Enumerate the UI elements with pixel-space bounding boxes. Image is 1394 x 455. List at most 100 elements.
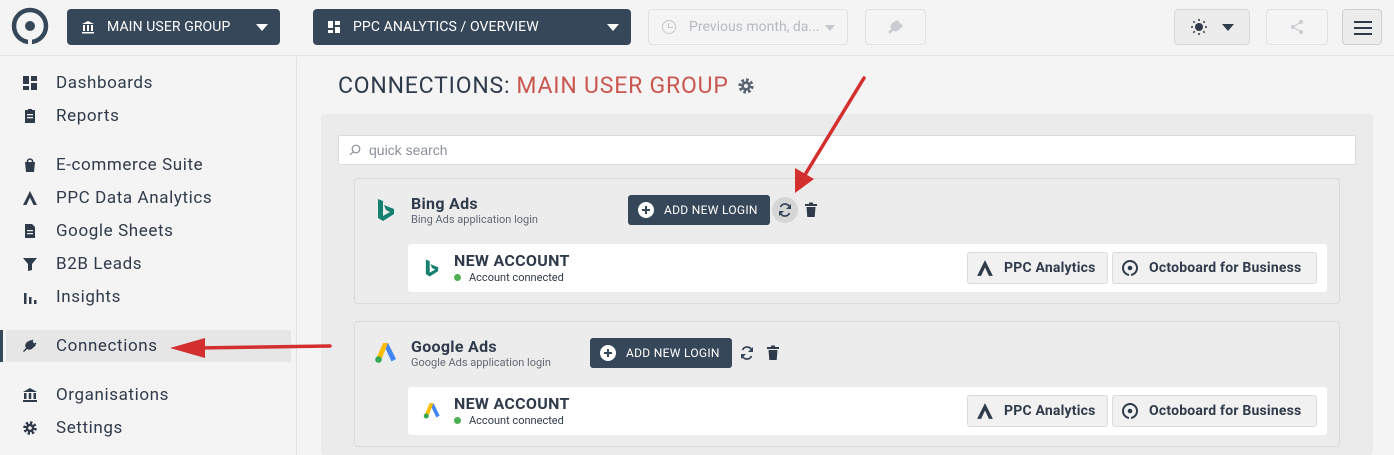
account-row[interactable]: NEW ACCOUNT Account connected PPC Analyt… [408, 244, 1327, 292]
octoboard-logo-icon [1122, 260, 1138, 277]
bing-logo-icon [425, 259, 439, 277]
tag-label: Octoboard for Business [1149, 260, 1302, 276]
tag-ppc-analytics[interactable]: PPC Analytics [967, 395, 1108, 427]
sidebar: Dashboards Reports E-commerce Suite PPC … [0, 57, 297, 455]
group-dropdown-label: MAIN USER GROUP [107, 19, 231, 35]
sidebar-item-google-sheets[interactable]: Google Sheets [0, 215, 290, 247]
sidebar-item-label: Organisations [56, 385, 169, 405]
ppc-a-icon [977, 260, 993, 276]
sidebar-item-connections[interactable]: Connections [6, 330, 291, 362]
delete-button[interactable] [798, 197, 824, 223]
menu-bar [1354, 33, 1372, 35]
sidebar-item-label: Dashboards [56, 73, 153, 93]
page-title-text: CONNECTIONS: [338, 72, 511, 99]
trash-icon [767, 345, 779, 360]
refresh-button[interactable] [734, 340, 760, 366]
funnel-icon [23, 258, 37, 271]
status-text: Account connected [469, 414, 564, 427]
date-range-dropdown[interactable]: Previous month, da... [648, 9, 848, 45]
octoboard-logo[interactable] [10, 6, 50, 46]
status-dot [454, 417, 461, 424]
chevron-down-icon [607, 24, 619, 31]
status-text: Account connected [469, 271, 564, 284]
account-row[interactable]: NEW ACCOUNT Account connected PPC Analyt… [408, 387, 1327, 435]
ppc-a-icon [23, 191, 37, 205]
sidebar-item-b2b-leads[interactable]: B2B Leads [0, 248, 290, 280]
sidebar-item-label: Settings [56, 418, 123, 438]
sidebar-item-ppc-data-analytics[interactable]: PPC Data Analytics [0, 182, 290, 214]
refresh-icon [779, 203, 791, 217]
tag-label: PPC Analytics [1004, 403, 1096, 419]
dashboard-dropdown-label: PPC ANALYTICS / OVERVIEW [353, 19, 539, 35]
connection-card-bing-ads: Bing Ads Bing Ads application login ADD … [354, 178, 1340, 304]
active-indicator [0, 330, 3, 362]
document-icon [25, 224, 35, 238]
chevron-down-icon [256, 24, 268, 31]
plug-icon [23, 339, 37, 352]
clock-icon [662, 20, 676, 34]
bank-icon [82, 21, 94, 34]
tag-label: Octoboard for Business [1149, 403, 1302, 419]
chevron-down-icon [825, 25, 835, 31]
sidebar-item-dashboards[interactable]: Dashboards [0, 67, 290, 99]
connection-name: Google Ads [411, 337, 497, 356]
connection-subtitle: Google Ads application login [411, 356, 551, 369]
plug-icon [887, 20, 903, 34]
tag-label: PPC Analytics [1004, 260, 1096, 276]
sidebar-item-label: B2B Leads [56, 254, 143, 274]
group-dropdown[interactable]: MAIN USER GROUP [67, 9, 280, 45]
sidebar-item-reports[interactable]: Reports [0, 100, 290, 132]
search-input[interactable] [369, 142, 1269, 158]
gear-icon[interactable] [737, 77, 755, 95]
plus-circle-icon [638, 202, 654, 218]
tag-octoboard-for-business[interactable]: Octoboard for Business [1112, 252, 1317, 284]
connection-card-google-ads: Google Ads Google Ads application login … [354, 321, 1340, 447]
sidebar-item-organisations[interactable]: Organisations [0, 379, 290, 411]
sidebar-item-settings[interactable]: Settings [0, 412, 290, 444]
status-dot [454, 274, 461, 281]
sidebar-item-insights[interactable]: Insights [0, 281, 290, 313]
add-new-login-button[interactable]: ADD NEW LOGIN [590, 338, 732, 368]
google-ads-logo-icon [375, 343, 396, 363]
account-status: Account connected [454, 271, 564, 284]
connection-subtitle: Bing Ads application login [411, 213, 538, 226]
date-range-label: Previous month, da... [689, 19, 820, 35]
hamburger-menu-button[interactable] [1342, 9, 1382, 45]
dashboard-dropdown[interactable]: PPC ANALYTICS / OVERVIEW [313, 9, 631, 45]
sidebar-item-label: Connections [56, 336, 158, 356]
sidebar-item-label: E-commerce Suite [56, 155, 204, 175]
dashboard-icon [328, 21, 340, 33]
bar-chart-icon [24, 293, 37, 304]
delete-button[interactable] [760, 340, 786, 366]
connection-name: Bing Ads [411, 194, 478, 213]
octoboard-logo-icon [1122, 403, 1138, 420]
refresh-button[interactable] [772, 197, 798, 223]
trash-icon [805, 202, 817, 217]
plus-circle-icon [600, 345, 616, 361]
google-ads-logo-icon [423, 403, 440, 419]
sidebar-item-label: Insights [56, 287, 121, 307]
ppc-a-icon [977, 403, 993, 419]
menu-bar [1354, 27, 1372, 29]
dashboard-icon [23, 76, 37, 90]
theme-dropdown[interactable] [1174, 9, 1250, 45]
search-icon [349, 144, 361, 156]
add-new-login-button[interactable]: ADD NEW LOGIN [628, 195, 770, 225]
tag-ppc-analytics[interactable]: PPC Analytics [967, 252, 1108, 284]
plug-button[interactable] [865, 9, 926, 45]
add-new-login-label: ADD NEW LOGIN [664, 203, 758, 217]
quick-search[interactable] [338, 135, 1356, 165]
page-title-group: MAIN USER GROUP [516, 72, 729, 99]
top-bar: MAIN USER GROUP PPC ANALYTICS / OVERVIEW… [0, 0, 1394, 56]
menu-bar [1354, 21, 1372, 23]
account-name: NEW ACCOUNT [454, 394, 570, 413]
sidebar-item-ecommerce[interactable]: E-commerce Suite [0, 149, 290, 181]
bing-logo-icon [378, 199, 394, 221]
brightness-icon [1191, 19, 1207, 35]
clipboard-icon [25, 109, 35, 123]
sidebar-item-label: Reports [56, 106, 120, 126]
tag-octoboard-for-business[interactable]: Octoboard for Business [1112, 395, 1317, 427]
bank-icon [23, 388, 37, 402]
add-new-login-label: ADD NEW LOGIN [626, 346, 720, 360]
share-button[interactable] [1266, 9, 1328, 45]
